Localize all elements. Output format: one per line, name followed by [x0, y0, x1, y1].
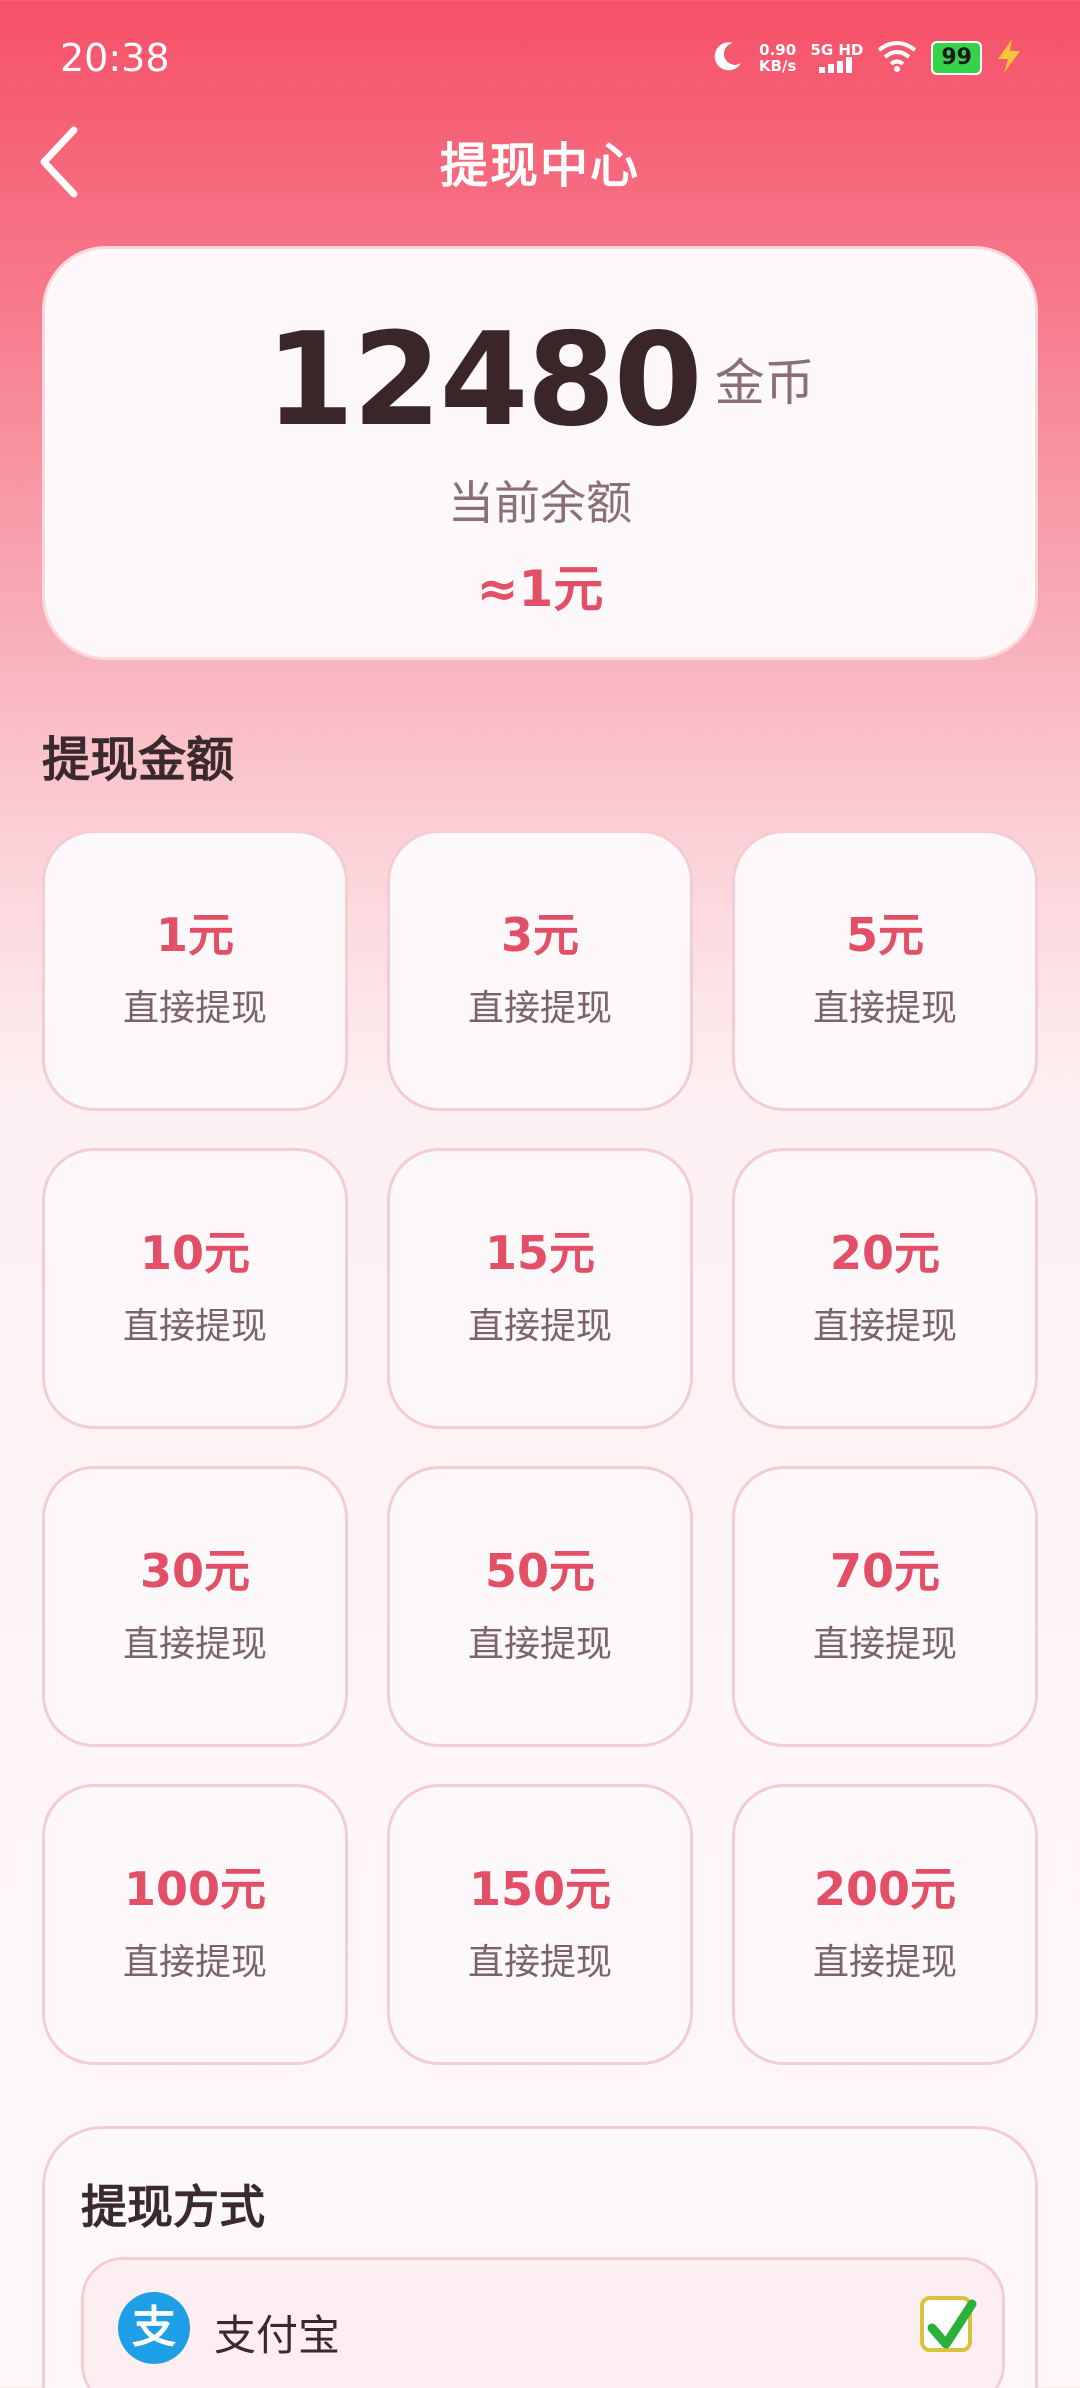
amount-grid: 1元 直接提现 3元 直接提现 5元 直接提现 10元 直接提现 15元 直接提… — [42, 830, 1038, 2065]
battery-indicator: 99 — [931, 41, 982, 75]
amount-option-70[interactable]: 70元 直接提现 — [732, 1466, 1038, 1747]
balance-unit: 金币 — [714, 354, 815, 412]
amount-option-15[interactable]: 15元 直接提现 — [387, 1148, 693, 1429]
amount-option-5[interactable]: 5元 直接提现 — [732, 830, 1038, 1111]
amount-value: 1元 — [155, 908, 234, 962]
signal-icon: 5G HD — [810, 43, 863, 73]
balance-row: 12480 金币 — [45, 306, 1035, 455]
page-title: 提现中心 — [439, 138, 640, 194]
method-option-alipay[interactable]: 支 支付宝 — [81, 2257, 1005, 2388]
amount-desc: 直接提现 — [467, 988, 612, 1029]
amount-option-1[interactable]: 1元 直接提现 — [42, 830, 348, 1111]
nav-bar: 提现中心 — [0, 118, 1080, 198]
status-time: 20:38 — [60, 36, 170, 80]
status-icons: 0.90 KB/s 5G HD 99 — [711, 38, 1022, 78]
method-option-label: 支付宝 — [214, 2311, 341, 2360]
amount-option-50[interactable]: 50元 直接提现 — [387, 1466, 693, 1747]
alipay-icon: 支 — [118, 2292, 190, 2364]
amount-desc: 直接提现 — [122, 988, 267, 1029]
amount-value: 100元 — [123, 1862, 267, 1916]
amount-desc: 直接提现 — [812, 1306, 957, 1347]
amount-desc: 直接提现 — [812, 988, 957, 1029]
charging-icon — [996, 39, 1022, 77]
amount-value: 30元 — [139, 1544, 250, 1598]
moon-icon — [711, 39, 745, 77]
amount-value: 5元 — [845, 908, 924, 962]
amount-option-150[interactable]: 150元 直接提现 — [387, 1784, 693, 2065]
balance-card: 12480 金币 当前余额 ≈1元 — [42, 246, 1038, 660]
checkmark-icon — [927, 2299, 977, 2349]
amount-option-3[interactable]: 3元 直接提现 — [387, 830, 693, 1111]
method-checkbox[interactable] — [920, 2296, 977, 2352]
balance-value: 12480 — [265, 306, 702, 455]
balance-approx-value: ≈1元 — [476, 560, 604, 618]
amount-desc: 直接提现 — [467, 1942, 612, 1983]
amount-value: 15元 — [484, 1226, 595, 1280]
balance-label: 当前余额 — [448, 476, 632, 530]
amount-option-100[interactable]: 100元 直接提现 — [42, 1784, 348, 2065]
amount-option-30[interactable]: 30元 直接提现 — [42, 1466, 348, 1747]
amount-desc: 直接提现 — [122, 1624, 267, 1665]
amount-option-20[interactable]: 20元 直接提现 — [732, 1148, 1038, 1429]
amount-value: 50元 — [484, 1544, 595, 1598]
amount-value: 70元 — [829, 1544, 940, 1598]
amount-desc: 直接提现 — [122, 1942, 267, 1983]
amount-value: 20元 — [829, 1226, 940, 1280]
amount-desc: 直接提现 — [467, 1624, 612, 1665]
amount-value: 3元 — [500, 908, 579, 962]
amount-value: 10元 — [139, 1226, 250, 1280]
amount-option-200[interactable]: 200元 直接提现 — [732, 1784, 1038, 2065]
amount-desc: 直接提现 — [812, 1624, 957, 1665]
amount-option-10[interactable]: 10元 直接提现 — [42, 1148, 348, 1429]
wifi-icon — [877, 40, 917, 76]
withdraw-method-card: 提现方式 支 支付宝 — [42, 2126, 1038, 2388]
method-section-title: 提现方式 — [81, 2180, 265, 2234]
status-bar: 20:38 0.90 KB/s 5G HD 99 — [0, 0, 1080, 118]
amount-desc: 直接提现 — [812, 1942, 957, 1983]
amount-value: 200元 — [813, 1862, 957, 1916]
amount-desc: 直接提现 — [467, 1306, 612, 1347]
amount-value: 150元 — [468, 1862, 612, 1916]
network-speed: 0.90 KB/s — [758, 41, 797, 75]
amount-desc: 直接提现 — [122, 1306, 267, 1347]
amount-section-title: 提现金额 — [42, 732, 235, 788]
